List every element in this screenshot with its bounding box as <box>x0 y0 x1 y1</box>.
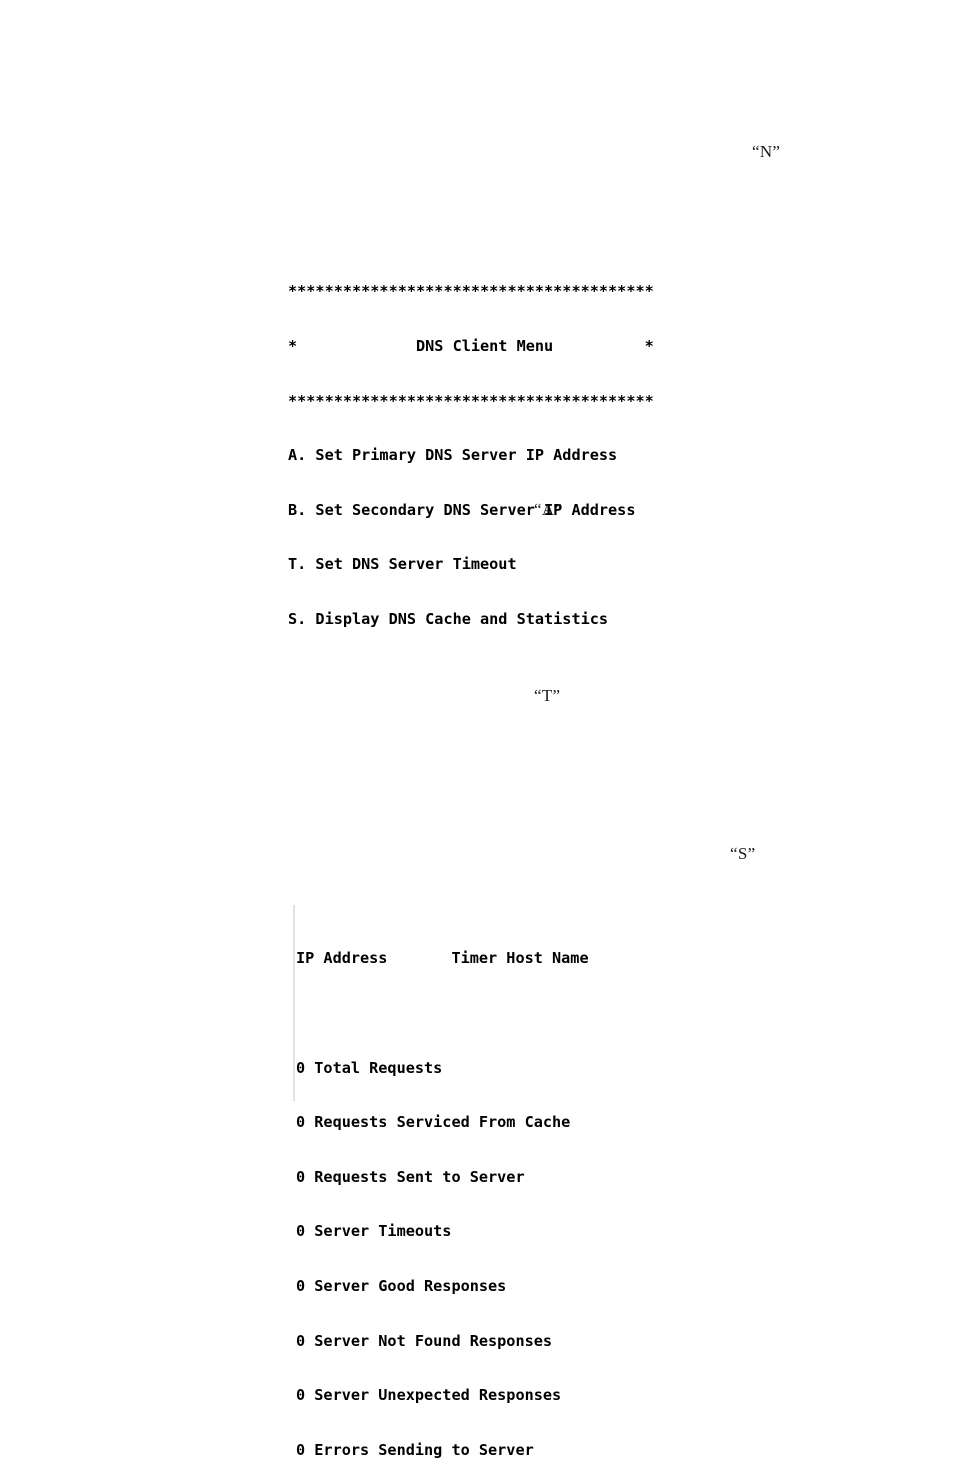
cache-table-header: IP Address Timer Host Name <box>296 949 589 968</box>
menu-border-top: **************************************** <box>288 282 654 301</box>
cache-table-empty-row <box>296 1004 589 1022</box>
dns-statistics-block: IP Address Timer Host Name 0 Total Reque… <box>296 913 589 1477</box>
stat-server-good-responses: 0 Server Good Responses <box>296 1276 507 1295</box>
key-reference-t: “T” <box>534 686 561 705</box>
key-reference-n: “N” <box>752 142 781 161</box>
stat-errors-sending-to-server: 0 Errors Sending to Server <box>296 1440 534 1459</box>
stat-total-requests: 0 Total Requests <box>296 1058 443 1077</box>
stat-server-timeouts: 0 Server Timeouts <box>296 1222 452 1241</box>
dns-client-menu-block: ****************************************… <box>288 246 654 646</box>
menu-border-bottom: **************************************** <box>288 391 654 410</box>
key-reference-s: “S” <box>730 844 756 863</box>
menu-title-row: * DNS Client Menu * <box>288 337 654 355</box>
statistics-left-rule <box>293 905 295 1101</box>
menu-item-t[interactable]: T. Set DNS Server Timeout <box>288 555 654 573</box>
menu-item-s[interactable]: S. Display DNS Cache and Statistics <box>288 610 654 628</box>
menu-item-a[interactable]: A. Set Primary DNS Server IP Address <box>288 446 654 464</box>
stat-server-not-found-responses: 0 Server Not Found Responses <box>296 1331 553 1350</box>
menu-item-b[interactable]: B. Set Secondary DNS Server IP Address <box>288 501 654 519</box>
stat-requests-serviced-from-cache: 0 Requests Serviced From Cache <box>296 1113 571 1132</box>
stat-server-unexpected-responses: 0 Server Unexpected Responses <box>296 1386 562 1405</box>
stat-requests-sent-to-server: 0 Requests Sent to Server <box>296 1167 525 1186</box>
